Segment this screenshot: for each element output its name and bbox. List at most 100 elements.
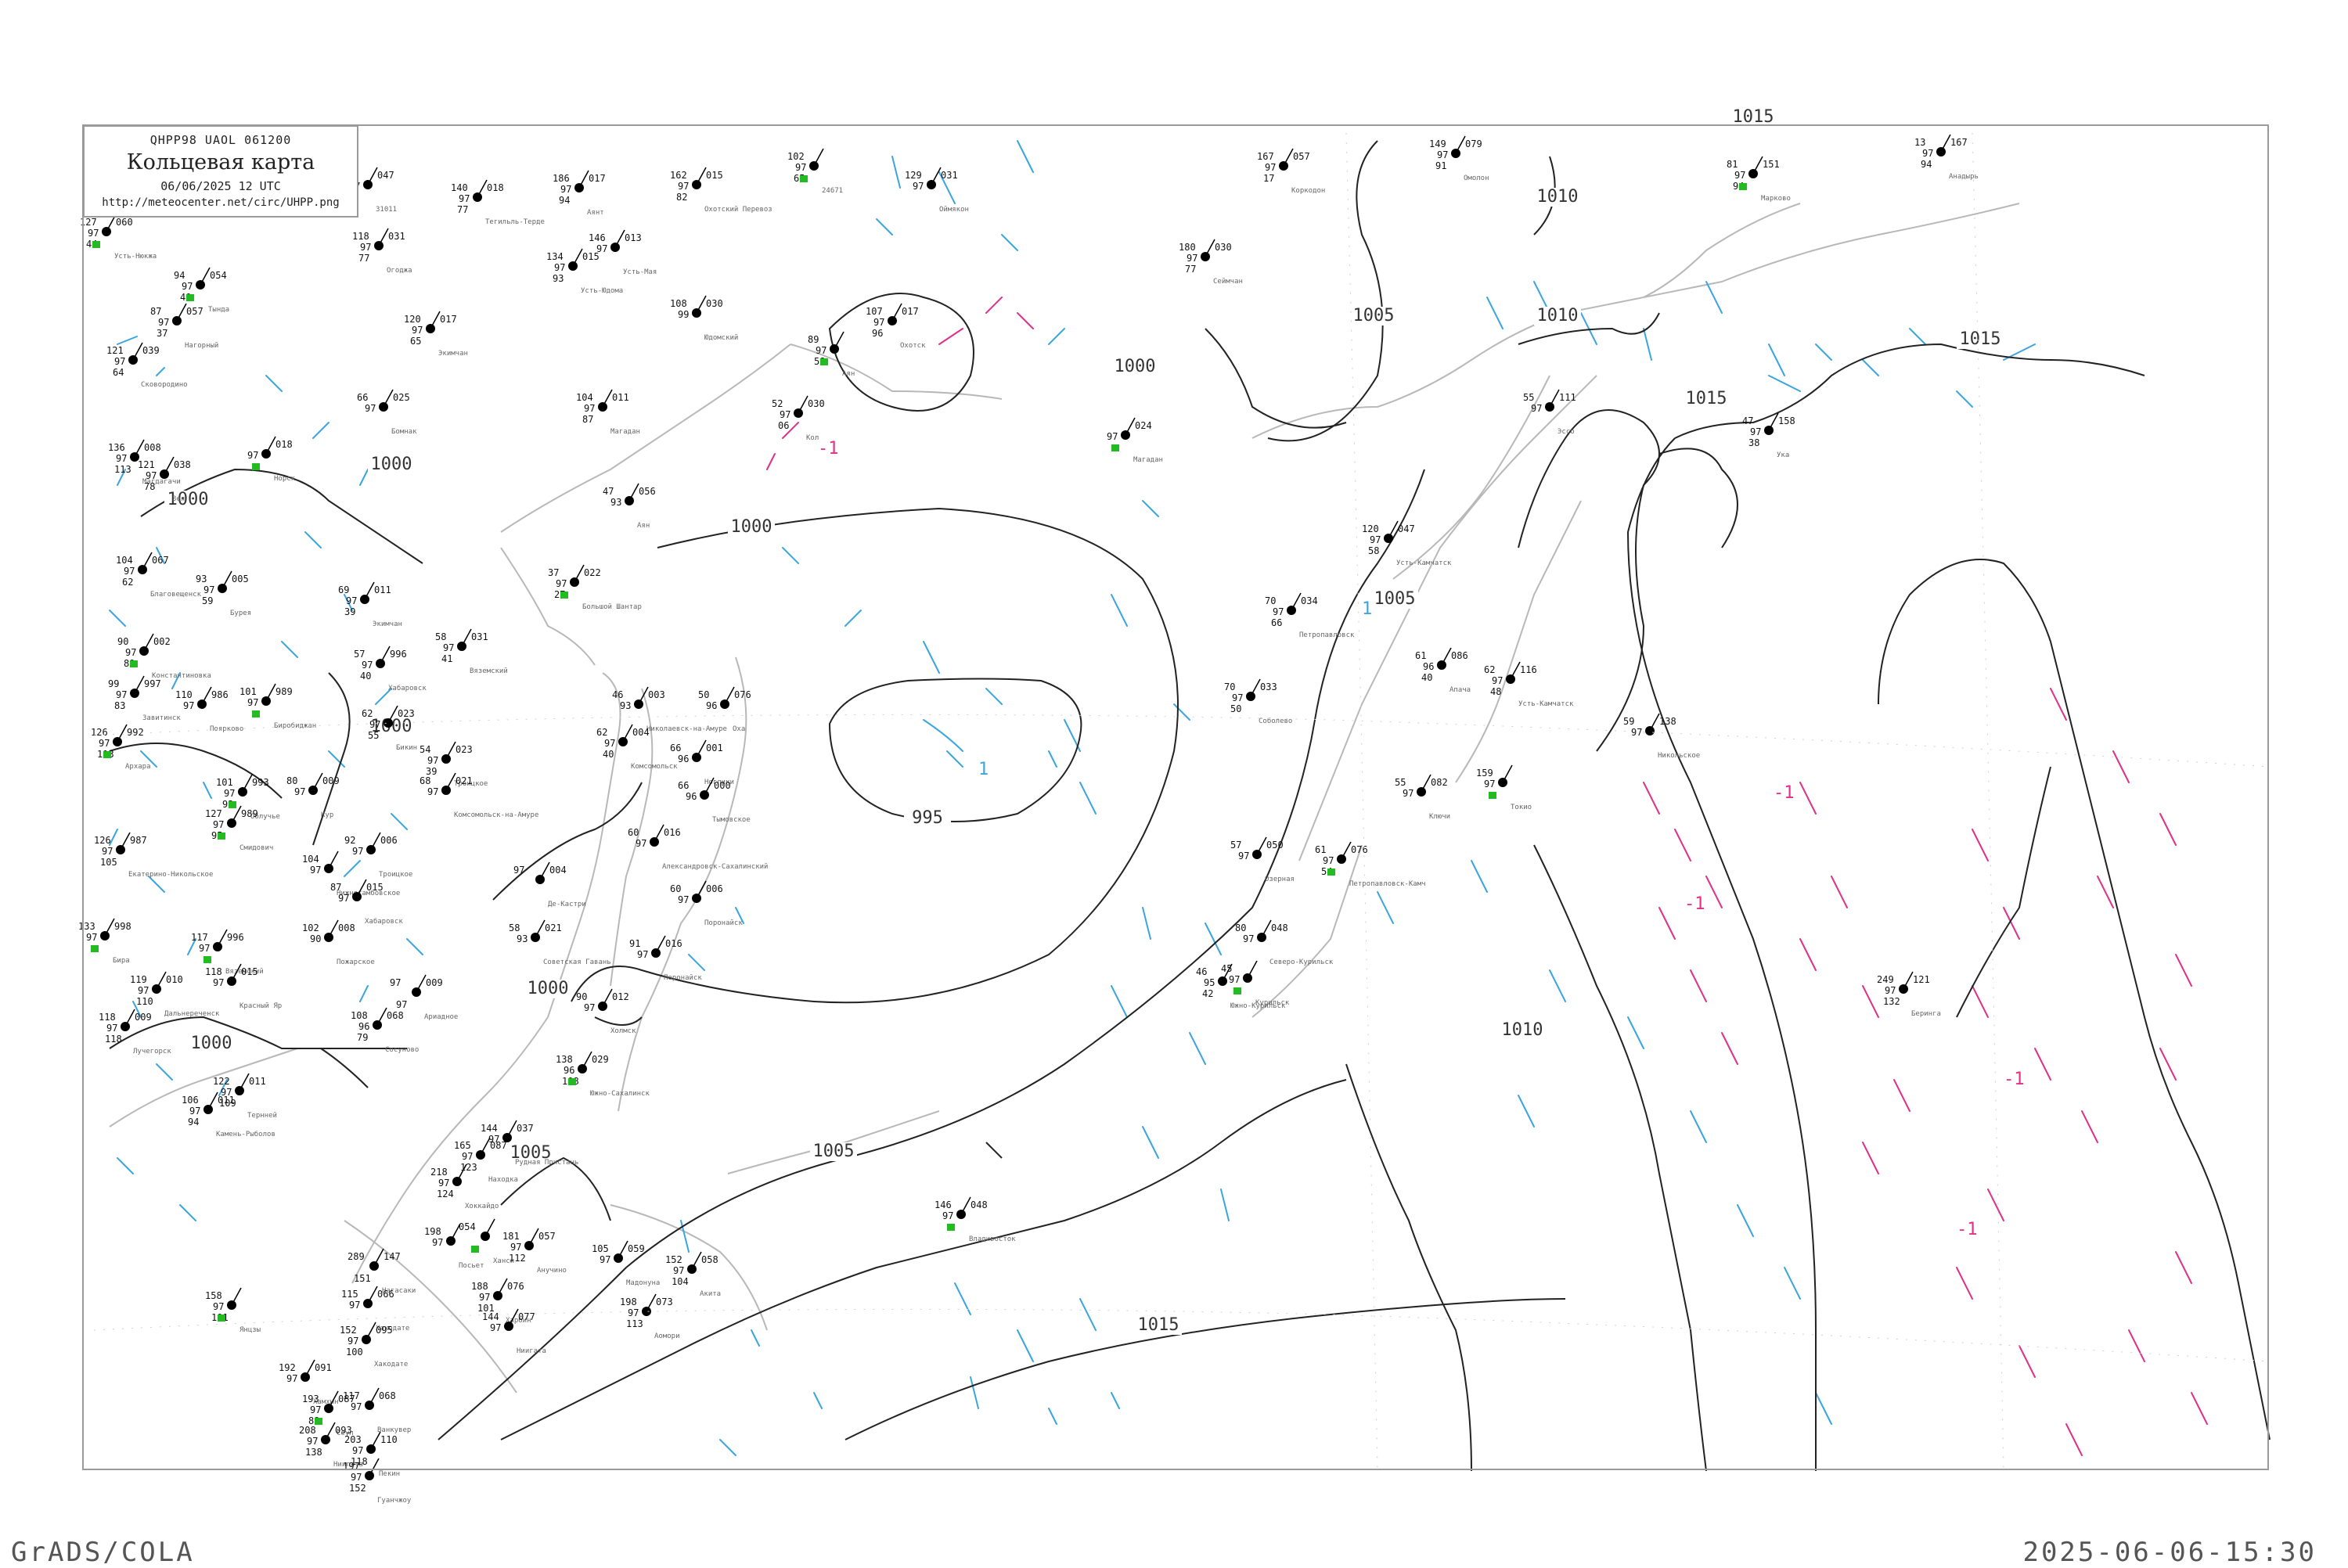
station-tendency: 001 — [706, 743, 723, 753]
station-dewpoint: 110 — [136, 996, 153, 1007]
station-tendency: 079 — [1465, 138, 1482, 149]
station-name: Омолон — [1464, 174, 1489, 182]
station-temperature: 97 — [1484, 779, 1495, 789]
tendency-label: -1 — [1957, 1220, 1978, 1239]
station-name: Бурея — [230, 610, 251, 617]
station-tendency: 016 — [664, 827, 681, 838]
station-pressure: 61 — [1415, 650, 1426, 661]
station-name: Оймякон — [939, 206, 969, 214]
station-dewpoint: 94 — [559, 195, 570, 206]
station-dewpoint: 83 — [114, 700, 125, 711]
legend-title: Кольцевая карта — [126, 150, 315, 174]
station-tendency: 996 — [390, 649, 407, 660]
station-tendency: 111 — [1559, 392, 1576, 403]
isobar-label: 1000 — [1115, 357, 1156, 376]
isobar-label: 1000 — [191, 1034, 232, 1053]
station-temperature: 97 — [1403, 788, 1413, 799]
station-pressure: 208 — [299, 1425, 316, 1436]
station-name: Завитинск — [142, 714, 181, 722]
station-name: Нагорный — [185, 342, 218, 350]
station-pressure: 107 — [866, 306, 883, 317]
station-tendency: 037 — [517, 1123, 534, 1134]
station-temperature: 96 — [1423, 661, 1434, 672]
station-name: Дальнереченск — [164, 1010, 220, 1018]
station-dewpoint: 94 — [188, 1117, 199, 1127]
station-temperature: 97 — [432, 1237, 443, 1248]
precip-icon — [568, 1078, 576, 1085]
station-name: Сковородино — [141, 381, 188, 389]
station-dewpoint: 40 — [1421, 672, 1432, 683]
station-tendency: 082 — [1431, 777, 1448, 788]
station-pressure: 37 — [548, 567, 559, 578]
station-pressure: 62 — [362, 708, 373, 719]
station-name: Пожарское — [337, 958, 375, 966]
station-dewpoint: 82 — [676, 192, 687, 203]
station-pressure: 108 — [351, 1010, 368, 1021]
station-tendency: 110 — [380, 1434, 398, 1445]
legend-box: QHPP98 UAOL 061200 Кольцевая карта 06/06… — [83, 125, 358, 218]
station-temperature: 97 — [1107, 431, 1118, 442]
station-temperature: 97 — [427, 786, 438, 797]
station-temperature: 97 — [102, 846, 113, 857]
station-pressure: 129 — [905, 170, 922, 181]
station-tendency: 996 — [227, 932, 244, 943]
station-name: Мадонуна — [626, 1279, 660, 1287]
station-pressure: 198 — [620, 1296, 637, 1307]
station-temperature: 97 — [247, 697, 258, 708]
precip-icon — [1327, 869, 1335, 876]
station-pressure: 117 — [343, 1390, 360, 1401]
precip-icon — [252, 463, 260, 470]
isobar-label: 1010 — [1537, 187, 1579, 207]
station-tendency: 158 — [1778, 415, 1795, 426]
station-temperature: 97 — [247, 450, 258, 461]
station-pressure: 66 — [678, 780, 689, 791]
station-pressure: 69 — [338, 584, 349, 595]
station-pressure: 188 — [471, 1281, 488, 1292]
station-pressure: 115 — [341, 1289, 358, 1300]
station-pressure: 94 — [174, 270, 185, 281]
station-tendency: 023 — [456, 744, 473, 755]
station-name: 24671 — [822, 187, 843, 195]
isobar-label: 1010 — [1502, 1020, 1543, 1040]
isobar-label: 1000 — [731, 517, 772, 537]
tendency-label: -1 — [1684, 894, 1705, 914]
station-pressure: 91 — [629, 938, 640, 949]
station-dewpoint: 87 — [582, 414, 593, 425]
station-pressure: 146 — [589, 232, 606, 243]
station-tendency: 047 — [377, 170, 394, 181]
station-name: Камень-Рыболов — [216, 1130, 275, 1138]
station-tendency: 076 — [1351, 844, 1368, 855]
station-pressure: 138 — [556, 1054, 573, 1065]
station-pressure: 93 — [196, 574, 207, 584]
station-tendency: 138 — [1659, 716, 1676, 727]
station-pressure: 180 — [1179, 242, 1196, 253]
station-pressure: 55 — [1395, 777, 1406, 788]
station-pressure: 97 — [390, 977, 401, 988]
station-temperature: 97 — [199, 943, 210, 954]
station-dewpoint: 39 — [344, 606, 355, 617]
station-tendency: 047 — [1398, 523, 1415, 534]
isobar-label: 1000 — [528, 979, 569, 998]
station-tendency: 167 — [1950, 137, 1968, 148]
station-dewpoint: 79 — [357, 1032, 368, 1043]
station-tendency: 059 — [628, 1243, 645, 1254]
isobar-label: 1015 — [1686, 389, 1727, 408]
station-dewpoint: 48 — [1490, 686, 1501, 697]
station-pressure: 134 — [546, 251, 564, 262]
station-temperature: 97 — [1273, 606, 1284, 617]
station-temperature: 97 — [1370, 534, 1381, 545]
station-pressure: 61 — [1315, 844, 1326, 855]
station-name: Кур — [321, 811, 333, 819]
station-tendency: 068 — [387, 1010, 404, 1021]
station-tendency: 029 — [592, 1054, 609, 1065]
station-temperature: 97 — [560, 184, 571, 195]
station-tendency: 015 — [582, 251, 600, 262]
station-tendency: 030 — [706, 298, 723, 309]
station-dewpoint: 100 — [346, 1347, 363, 1358]
station-name: Соболево — [1259, 717, 1292, 725]
station-name: Тегильль-Терде — [485, 218, 545, 226]
station-pressure: 60 — [628, 827, 639, 838]
station-temperature: 97 — [673, 1265, 684, 1276]
station-pressure: 126 — [94, 835, 111, 846]
station-temperature: 97 — [1229, 974, 1240, 985]
